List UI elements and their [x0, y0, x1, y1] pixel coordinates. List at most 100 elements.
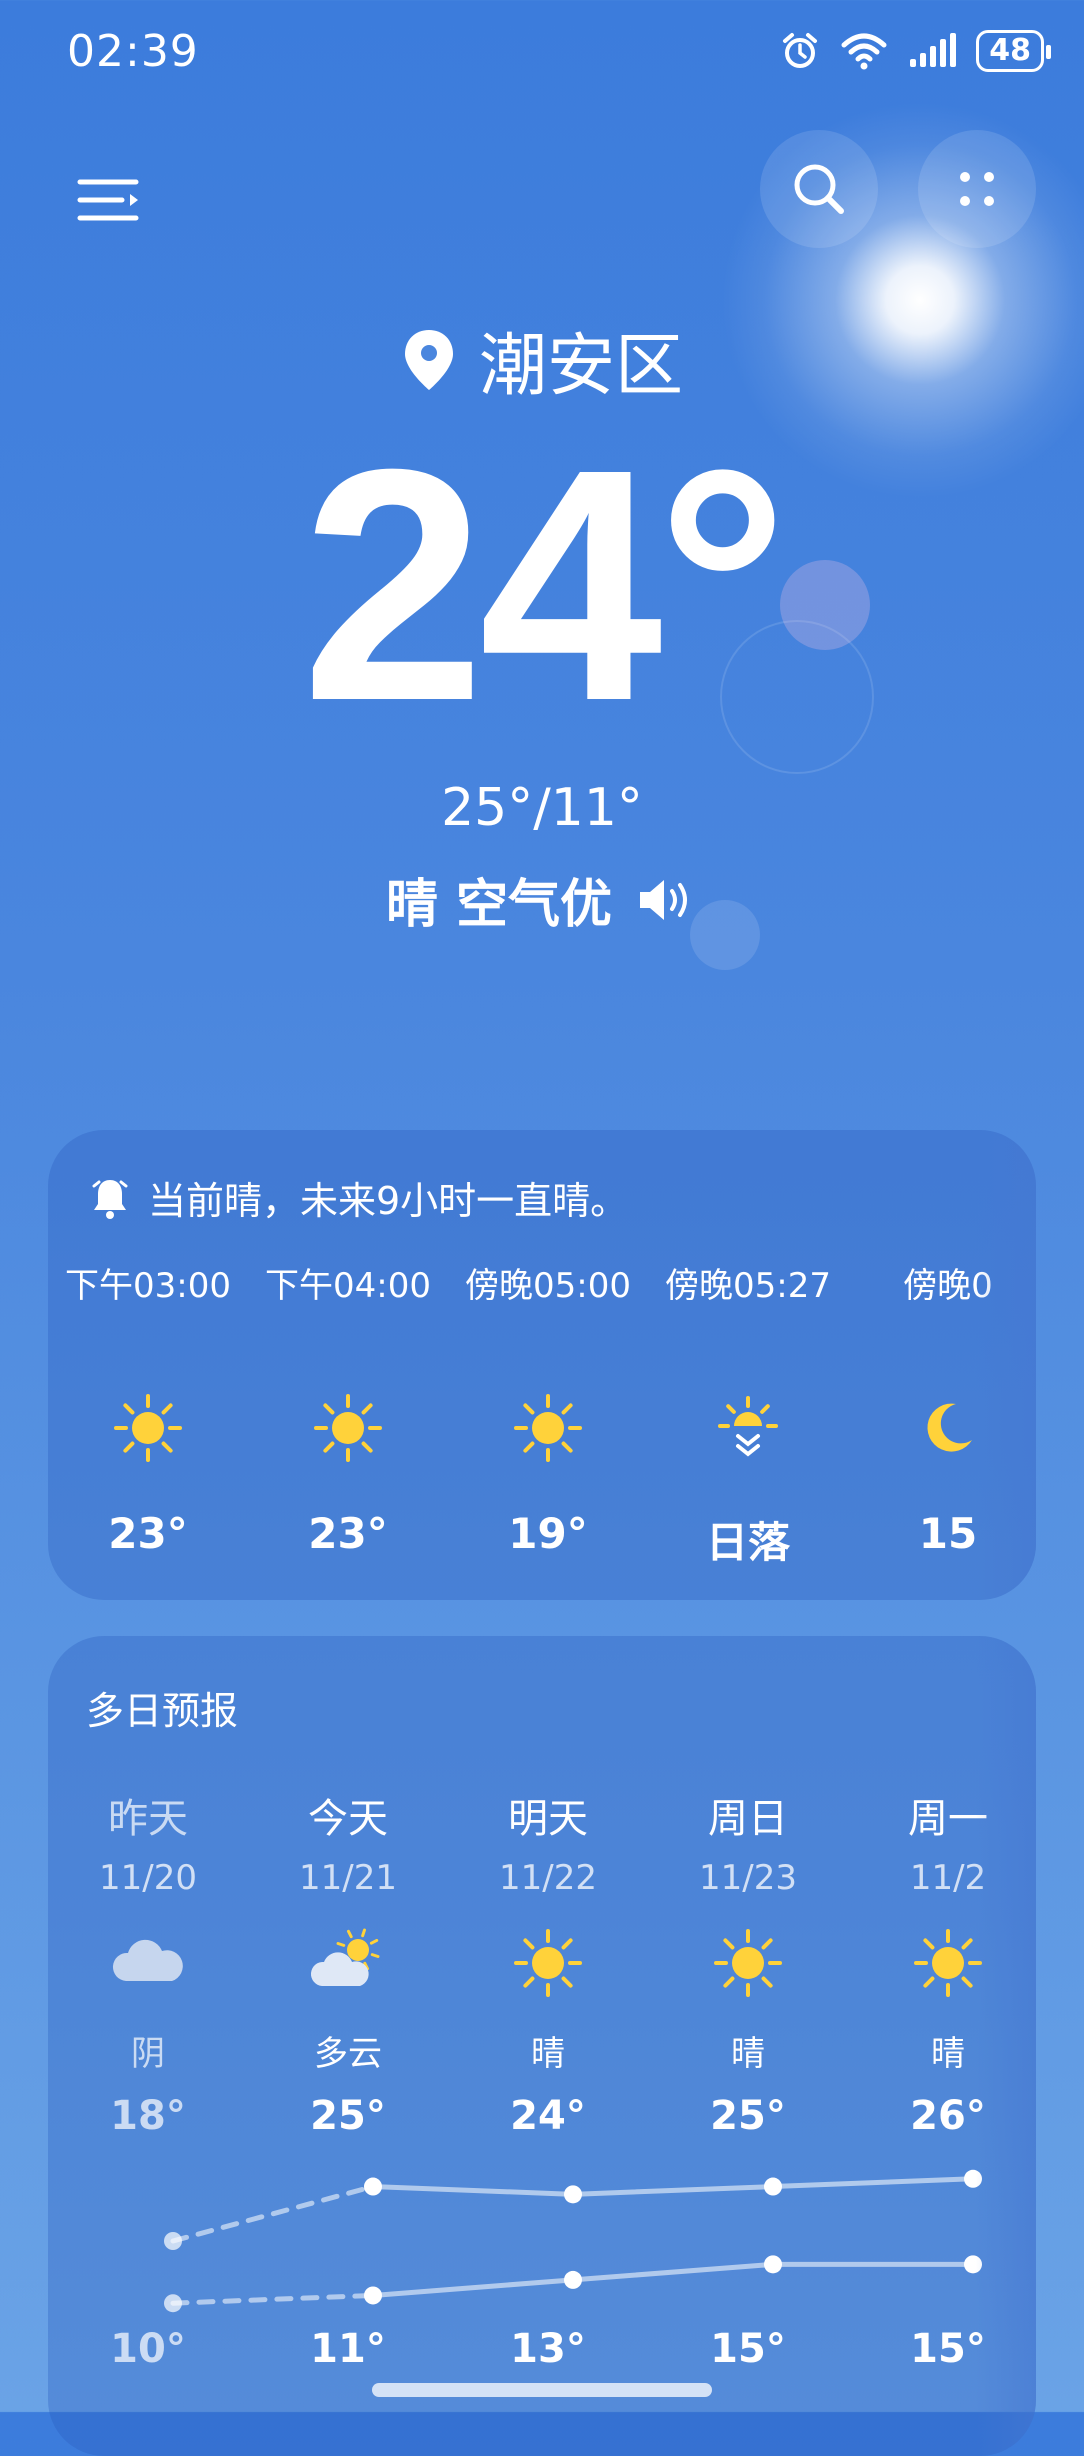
battery-icon: 48 — [976, 30, 1051, 72]
day-low: 15° — [910, 2326, 986, 2372]
speaker-icon[interactable] — [636, 875, 698, 925]
day-condition: 晴 — [731, 2034, 765, 2074]
more-dots-icon — [960, 172, 994, 206]
cloud-icon — [112, 1939, 183, 1981]
day-name: 周一 — [908, 1796, 988, 1842]
hour-label: 傍晚05:00 — [465, 1266, 631, 1306]
day-low: 11° — [310, 2326, 386, 2372]
day-icon-wrap — [48, 1920, 248, 2006]
day-high: 18° — [110, 2093, 186, 2139]
hour-temp: 23° — [308, 1509, 388, 1558]
daily-item[interactable]: 周日 11/23 晴 25° — [648, 1786, 848, 2139]
daily-item[interactable]: 明天 11/22 晴 24° — [448, 1786, 648, 2139]
partly-cloudy-icon — [310, 1928, 380, 1986]
day-name: 明天 — [508, 1796, 588, 1842]
search-icon — [794, 164, 844, 214]
current-temperature: 24° — [301, 400, 788, 769]
day-high: 24° — [510, 2093, 586, 2139]
hour-icon-wrap — [248, 1385, 448, 1471]
hour-label: 傍晚0 — [903, 1266, 993, 1306]
day-condition: 晴 — [931, 2034, 965, 2074]
daily-list: 昨天 11/20 阴 18° 今天 11/21 多云 25° 明天 11/22 晴 … — [48, 1786, 1036, 2139]
low-point — [164, 2294, 182, 2313]
daily-item[interactable]: 今天 11/21 多云 25° — [248, 1786, 448, 2139]
hourly-item: 傍晚05:27 日落 — [648, 1258, 848, 1570]
high-point — [164, 2232, 182, 2250]
menu-icon — [77, 179, 139, 221]
day-icon-wrap — [848, 1920, 1036, 2006]
day-low: 13° — [510, 2326, 586, 2372]
hourly-item: 傍晚05:00 19° — [448, 1258, 648, 1570]
hour-icon-wrap — [648, 1385, 848, 1471]
alarm-icon — [783, 33, 818, 68]
hour-icon-wrap — [448, 1385, 648, 1471]
sun-icon — [514, 1929, 582, 1997]
sun-icon — [514, 1394, 582, 1462]
day-condition: 多云 — [314, 2034, 382, 2074]
search-button[interactable] — [760, 130, 878, 248]
location-pin-icon — [404, 329, 453, 390]
high-curve-segment — [570, 2184, 776, 2197]
day-low: 10° — [110, 2326, 186, 2372]
low-curve-segment — [570, 2261, 776, 2283]
forecast-alert: 当前晴，未来9小时一直晴。 — [90, 1170, 628, 1225]
sun-icon — [914, 1929, 982, 1997]
alert-text: 当前晴，未来9小时一直晴。 — [148, 1179, 629, 1223]
home-indicator[interactable] — [372, 2383, 712, 2397]
location-name: 潮安区 — [478, 327, 683, 406]
hourly-item: 傍晚0 15 — [848, 1258, 1036, 1570]
low-point — [364, 2286, 382, 2305]
high-curve-segment — [170, 2184, 376, 2244]
hourly-item: 下午03:00 23° — [48, 1258, 248, 1570]
hourly-list: 下午03:00 23° 下午04:00 23° 傍晚05:00 19° 傍晚05:27… — [48, 1258, 1036, 1570]
hourly-forecast-card[interactable]: 当前晴，未来9小时一直晴。 下午03:00 23° 下午04:00 23° 傍晚05… — [48, 1130, 1036, 1600]
day-name: 昨天 — [108, 1796, 188, 1842]
hour-temp: 23° — [108, 1509, 188, 1558]
hour-label: 下午04:00 — [265, 1266, 431, 1306]
high-point — [964, 2169, 982, 2188]
day-name: 今天 — [308, 1796, 388, 1842]
daily-item[interactable]: 昨天 11/20 阴 18° — [48, 1786, 248, 2139]
day-date: 11/2 — [909, 1858, 987, 1898]
day-high: 26° — [910, 2093, 986, 2139]
daily-forecast-card[interactable]: 多日预报 昨天 11/20 阴 18° 今天 11/21 多云 25° 明天 11/… — [48, 1636, 1036, 2456]
hour-icon-wrap — [848, 1385, 1036, 1471]
day-condition: 晴 — [531, 2034, 565, 2074]
temperature-curve — [164, 2169, 982, 2313]
bell-icon — [92, 1179, 128, 1219]
menu-button[interactable] — [60, 150, 160, 250]
low-curve-segment — [370, 2277, 576, 2298]
condition-text: 晴 空气优 — [385, 875, 613, 935]
day-date: 11/20 — [99, 1858, 197, 1898]
hour-temp: 15 — [918, 1509, 978, 1558]
temperature-range: 25°/11° — [441, 778, 643, 838]
status-time: 02:39 — [67, 26, 199, 77]
hour-temp: 19° — [508, 1509, 588, 1558]
day-date: 11/21 — [299, 1858, 397, 1898]
high-point — [564, 2185, 582, 2204]
sunset-icon — [718, 1396, 778, 1457]
more-button[interactable] — [918, 130, 1036, 248]
low-curve-segment — [170, 2292, 376, 2306]
day-icon-wrap — [248, 1920, 448, 2006]
day-high: 25° — [710, 2093, 786, 2139]
hourly-item: 下午04:00 23° — [248, 1258, 448, 1570]
wifi-icon — [841, 33, 887, 70]
day-icon-wrap — [448, 1920, 648, 2006]
hour-icon-wrap — [48, 1385, 248, 1471]
high-curve-segment — [370, 2184, 576, 2197]
hour-label: 傍晚05:27 — [665, 1266, 831, 1306]
signal-icon — [910, 33, 957, 67]
day-name: 周日 — [708, 1796, 788, 1842]
sun-icon — [314, 1394, 382, 1462]
daily-item[interactable]: 周一 11/2 晴 26° — [848, 1786, 1036, 2139]
high-point — [364, 2177, 382, 2196]
day-icon-wrap — [648, 1920, 848, 2006]
day-condition: 阴 — [131, 2034, 165, 2074]
day-low: 15° — [710, 2326, 786, 2372]
low-point — [964, 2255, 982, 2274]
sun-icon — [114, 1394, 182, 1462]
location[interactable]: 潮安区 — [0, 310, 1084, 409]
status-icons: 48 — [780, 30, 1051, 72]
hour-temp: 日落 — [705, 1518, 790, 1567]
